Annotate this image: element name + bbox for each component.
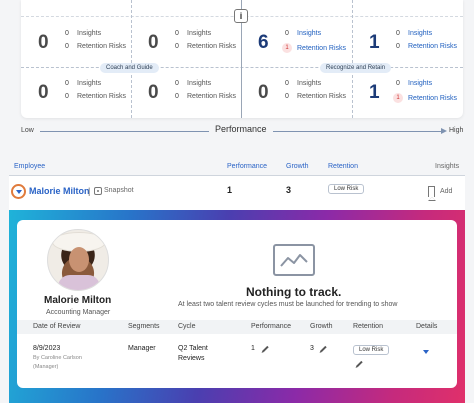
column-header-growth[interactable]: Growth [286,163,309,170]
insights-count: 0 [285,80,289,87]
risks-count: 0 [65,43,69,50]
header-retention: Retention [353,323,383,330]
risks-count: 0 [396,43,400,50]
employee-name-link[interactable]: Malorie Milton [29,186,90,196]
insights-count: 0 [285,30,289,37]
column-header-performance[interactable]: Performance [227,163,267,170]
avatar [47,229,109,291]
risks-label: Retention Risks [408,43,458,50]
column-header-insights: Insights [435,163,460,170]
quadrant-label-coach: Coach and Guide [100,63,159,73]
axis-arrow-icon [441,128,447,134]
grid-cell[interactable]: 0 0 Insights 0 Retention Risks [21,26,131,66]
insights-label: Insights [297,80,322,87]
expand-row-button[interactable] [11,184,26,199]
body-shape [58,275,100,290]
axis-low-label: Low [21,127,34,134]
chevron-down-icon[interactable] [423,350,429,354]
empty-state-title: Nothing to track. [246,285,342,299]
risks-label: Retention Risks [187,93,237,100]
face-shape [69,247,89,272]
detail-performance: 1 [251,345,255,352]
header-details: Details [416,323,438,330]
cell-count: 1 [369,82,380,103]
header-cycle: Cycle [178,323,196,330]
cycle-line-2: Reviews [178,355,205,362]
cell-count: 0 [38,82,49,103]
reviewer-role: (Manager) [33,364,59,370]
grid-divider [21,67,463,68]
bookmark-icon[interactable] [428,186,436,201]
risks-count: 0 [175,43,179,50]
insights-count: 0 [175,80,179,87]
insights-label: Insights [408,30,433,37]
add-insight-button[interactable]: Add [440,188,452,195]
risks-count: 0 [285,93,289,100]
grid-cell[interactable]: 0 0 Insights 0 Retention Risks [131,76,241,116]
trend-line-icon [280,254,308,267]
risks-count: 0 [65,93,69,100]
insights-label: Insights [297,30,322,37]
risks-label: Retention Risks [77,43,127,50]
insights-label: Insights [187,80,212,87]
performance-value: 1 [227,185,233,195]
cycle-line-1: Q2 Talent [178,345,208,352]
risks-count: 0 [175,93,179,100]
grid-cell[interactable]: 1 0 Insights 1 Retention Risks [352,76,463,116]
empty-state-message: At least two talent review cycles must b… [178,301,398,308]
detail-growth: 3 [310,345,314,352]
insights-count: 0 [396,30,400,37]
cell-count: 0 [38,32,49,53]
grid-cell[interactable]: 0 0 Insights 0 Retention Risks [131,26,241,66]
risks-label: Retention Risks [187,43,237,50]
detail-retention-badge: Low Risk [353,345,390,355]
grid-cell[interactable]: 1 0 Insights 0 Retention Risks [352,26,463,66]
segment-value: Manager [128,345,156,352]
snapshot-icon[interactable] [94,187,102,195]
axis-title: Performance [209,124,273,134]
risks-count: 1 [393,93,403,103]
cell-count: 0 [148,32,159,53]
growth-value: 3 [286,185,292,195]
insights-count: 0 [65,30,69,37]
risks-label: Retention Risks [77,93,127,100]
cell-count: 6 [258,32,269,53]
cell-count: 0 [148,82,159,103]
cell-count: 0 [258,82,269,103]
quadrant-label-recognize: Recognize and Retain [320,63,392,73]
risks-label: Retention Risks [408,94,458,102]
person-name: Malorie Milton [44,295,112,306]
person-role: Accounting Manager [46,309,111,316]
risks-label: Retention Risks [297,44,347,52]
column-header-employee[interactable]: Employee [14,163,45,170]
insights-count: 0 [175,30,179,37]
grid-cell[interactable]: 0 0 Insights 0 Retention Risks [21,76,131,116]
name-separator: | [88,186,91,196]
detail-table-header [17,320,457,334]
info-icon[interactable]: i [234,9,248,23]
trend-chart-icon [273,244,315,276]
grid-cell[interactable]: 6 0 Insights 1 Retention Risks [241,26,352,66]
snapshot-link[interactable]: Snapshot [104,187,134,194]
insights-count: 0 [65,80,69,87]
insights-label: Insights [187,30,212,37]
risks-label: Retention Risks [297,93,347,100]
header-performance: Performance [251,323,292,330]
insights-label: Insights [77,30,102,37]
cell-count: 1 [369,32,380,53]
header-date: Date of Review [33,323,81,330]
insights-label: Insights [408,80,433,87]
insights-count: 0 [396,80,400,87]
axis-high-label: High [449,127,464,134]
review-date: 8/9/2023 [33,345,61,352]
retention-badge: Low Risk [328,184,365,194]
risks-count: 1 [282,43,292,53]
header-growth: Growth [310,323,333,330]
column-header-retention[interactable]: Retention [328,163,358,170]
grid-cell[interactable]: 0 0 Insights 0 Retention Risks [241,76,352,116]
insights-label: Insights [77,80,102,87]
header-segments: Segments [128,323,160,330]
reviewer: By Caroline Carlson [33,355,82,361]
